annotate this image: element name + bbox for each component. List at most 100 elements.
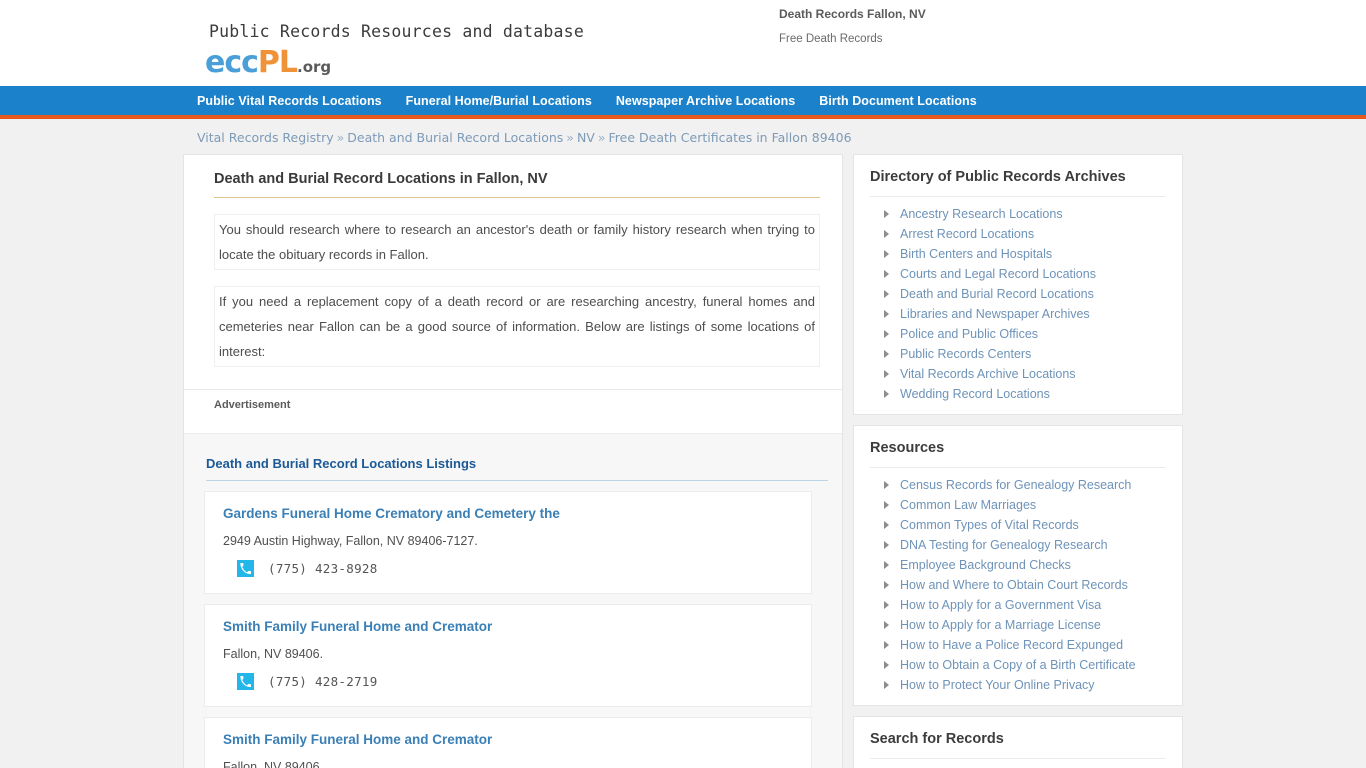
sidebar-link-police-record-expunged[interactable]: How to Have a Police Record Expunged xyxy=(900,638,1123,652)
site-tagline: Public Records Resources and database xyxy=(209,22,584,41)
intro-paragraph-2: If you need a replacement copy of a deat… xyxy=(214,286,820,367)
listing-address: Fallon, NV 89406. xyxy=(223,760,324,768)
sidebar-link-courts-and-legal-record-locations[interactable]: Courts and Legal Record Locations xyxy=(900,267,1096,281)
list-item[interactable]: Common Law Marriages xyxy=(870,495,1166,515)
sidebar-link-libraries-and-newspaper-archives[interactable]: Libraries and Newspaper Archives xyxy=(900,307,1090,321)
chevron-right-icon xyxy=(884,501,889,509)
breadcrumb-separator: » xyxy=(597,130,606,145)
nav-item-public-vital-records-locations[interactable]: Public Vital Records Locations xyxy=(197,94,382,108)
listing-address: Fallon, NV 89406. xyxy=(223,647,324,661)
sidebar-link-death-and-burial-record-locations[interactable]: Death and Burial Record Locations xyxy=(900,287,1094,301)
list-item[interactable]: Wedding Record Locations xyxy=(870,384,1166,404)
nav-items: Public Vital Records Locations Funeral H… xyxy=(183,86,1183,115)
breadcrumb-separator: » xyxy=(336,130,345,145)
list-item[interactable]: How to Have a Police Record Expunged xyxy=(870,635,1166,655)
list-item[interactable]: Libraries and Newspaper Archives xyxy=(870,304,1166,324)
sidebar-link-public-records-centers[interactable]: Public Records Centers xyxy=(900,347,1031,361)
list-item[interactable]: How to Obtain a Copy of a Birth Certific… xyxy=(870,655,1166,675)
sidebar-widget-title: Directory of Public Records Archives xyxy=(870,169,1166,197)
list-item[interactable]: DNA Testing for Genealogy Research xyxy=(870,535,1166,555)
phone-icon xyxy=(237,673,254,690)
sidebar-link-census-records[interactable]: Census Records for Genealogy Research xyxy=(900,478,1131,492)
list-item[interactable]: How to Apply for a Government Visa xyxy=(870,595,1166,615)
list-item[interactable]: How to Protect Your Online Privacy xyxy=(870,675,1166,695)
nav-item-birth-document-locations[interactable]: Birth Document Locations xyxy=(819,94,976,108)
chevron-right-icon xyxy=(884,230,889,238)
sidebar-link-list: Census Records for Genealogy Research Co… xyxy=(870,475,1166,695)
list-item[interactable]: Public Records Centers xyxy=(870,344,1166,364)
list-item[interactable]: How and Where to Obtain Court Records xyxy=(870,575,1166,595)
sidebar-link-list: Ancestry Research Locations Arrest Recor… xyxy=(870,204,1166,404)
nav-item-funeral-home-burial-locations[interactable]: Funeral Home/Burial Locations xyxy=(406,94,592,108)
site-header: Public Records Resources and database ec… xyxy=(0,0,1366,86)
sidebar-link-common-types-of-vital-records[interactable]: Common Types of Vital Records xyxy=(900,518,1079,532)
site-logo[interactable]: eccPL.org xyxy=(205,48,331,82)
listing-name-link[interactable]: Smith Family Funeral Home and Cremator xyxy=(223,732,793,747)
sidebar-link-dna-testing[interactable]: DNA Testing for Genealogy Research xyxy=(900,538,1108,552)
page-title: Death and Burial Record Locations in Fal… xyxy=(214,171,820,198)
header-links: Death Records Fallon, NV Free Death Reco… xyxy=(779,0,1119,47)
main-content-padding: Death and Burial Record Locations in Fal… xyxy=(184,155,842,367)
chevron-right-icon xyxy=(884,581,889,589)
listing-name-link[interactable]: Smith Family Funeral Home and Cremator xyxy=(223,619,793,634)
sidebar-link-wedding-record-locations[interactable]: Wedding Record Locations xyxy=(900,387,1050,401)
phone-icon xyxy=(237,560,254,577)
listings-title: Death and Burial Record Locations Listin… xyxy=(206,456,828,481)
header-inner: Public Records Resources and database ec… xyxy=(183,0,1183,86)
list-item[interactable]: Arrest Record Locations xyxy=(870,224,1166,244)
list-item[interactable]: How to Apply for a Marriage License xyxy=(870,615,1166,635)
listing-item: Smith Family Funeral Home and Cremator F… xyxy=(204,604,812,707)
header-link-secondary[interactable]: Free Death Records xyxy=(779,31,1119,47)
chevron-right-icon xyxy=(884,521,889,529)
listing-address: 2949 Austin Highway, Fallon, NV 89406-71… xyxy=(223,534,478,548)
sidebar-widget-search-for-records: Search for Records Information Found on … xyxy=(853,716,1183,768)
list-item[interactable]: Employee Background Checks xyxy=(870,555,1166,575)
list-item[interactable]: Census Records for Genealogy Research xyxy=(870,475,1166,495)
nav-item-newspaper-archive-locations[interactable]: Newspaper Archive Locations xyxy=(616,94,795,108)
list-item[interactable]: Ancestry Research Locations xyxy=(870,204,1166,224)
sidebar-widget-directory: Directory of Public Records Archives Anc… xyxy=(853,154,1183,415)
chevron-right-icon xyxy=(884,330,889,338)
sidebar-link-protect-online-privacy[interactable]: How to Protect Your Online Privacy xyxy=(900,678,1095,692)
header-link-primary[interactable]: Death Records Fallon, NV xyxy=(779,6,1119,22)
chevron-right-icon xyxy=(884,390,889,398)
sidebar: Directory of Public Records Archives Anc… xyxy=(853,154,1183,768)
chevron-right-icon xyxy=(884,350,889,358)
sidebar-widget-resources: Resources Census Records for Genealogy R… xyxy=(853,425,1183,706)
breadcrumb-item-registry[interactable]: Vital Records Registry xyxy=(197,130,334,145)
sidebar-link-employee-background-checks[interactable]: Employee Background Checks xyxy=(900,558,1071,572)
sidebar-link-birth-centers-and-hospitals[interactable]: Birth Centers and Hospitals xyxy=(900,247,1052,261)
sidebar-link-obtain-court-records[interactable]: How and Where to Obtain Court Records xyxy=(900,578,1128,592)
listing-name-link[interactable]: Gardens Funeral Home Crematory and Cemet… xyxy=(223,506,793,521)
chevron-right-icon xyxy=(884,310,889,318)
listing-phone-number[interactable]: (775) 428-2719 xyxy=(268,674,378,689)
sidebar-link-police-and-public-offices[interactable]: Police and Public Offices xyxy=(900,327,1038,341)
logo-part-pl: PL xyxy=(257,45,298,80)
sidebar-link-marriage-license[interactable]: How to Apply for a Marriage License xyxy=(900,618,1101,632)
sidebar-link-vital-records-archive-locations[interactable]: Vital Records Archive Locations xyxy=(900,367,1076,381)
sidebar-link-common-law-marriages[interactable]: Common Law Marriages xyxy=(900,498,1036,512)
sidebar-link-ancestry-research-locations[interactable]: Ancestry Research Locations xyxy=(900,207,1063,221)
list-item[interactable]: Vital Records Archive Locations xyxy=(870,364,1166,384)
list-item[interactable]: Common Types of Vital Records xyxy=(870,515,1166,535)
sidebar-link-government-visa[interactable]: How to Apply for a Government Visa xyxy=(900,598,1101,612)
list-item[interactable]: Birth Centers and Hospitals xyxy=(870,244,1166,264)
logo-part-ecc: ecc xyxy=(205,45,259,80)
list-item[interactable]: Death and Burial Record Locations xyxy=(870,284,1166,304)
breadcrumb: Vital Records Registry» Death and Burial … xyxy=(183,119,1183,154)
logo-part-org: .org xyxy=(297,58,332,76)
chevron-right-icon xyxy=(884,681,889,689)
sidebar-widget-title: Resources xyxy=(870,440,1166,468)
breadcrumb-separator: » xyxy=(566,130,574,145)
list-item[interactable]: Police and Public Offices xyxy=(870,324,1166,344)
breadcrumb-item-death-burial[interactable]: Death and Burial Record Locations xyxy=(347,130,563,145)
listing-phone-row: (775) 428-2719 xyxy=(223,673,793,690)
breadcrumb-item-nv[interactable]: NV xyxy=(577,130,595,145)
main-navigation: Public Vital Records Locations Funeral H… xyxy=(0,86,1366,115)
listing-phone-number[interactable]: (775) 423-8928 xyxy=(268,561,378,576)
sidebar-link-birth-certificate-copy[interactable]: How to Obtain a Copy of a Birth Certific… xyxy=(900,658,1136,672)
chevron-right-icon xyxy=(884,370,889,378)
sidebar-link-arrest-record-locations[interactable]: Arrest Record Locations xyxy=(900,227,1034,241)
breadcrumb-item-current[interactable]: Free Death Certificates in Fallon 89406 xyxy=(609,130,852,145)
list-item[interactable]: Courts and Legal Record Locations xyxy=(870,264,1166,284)
